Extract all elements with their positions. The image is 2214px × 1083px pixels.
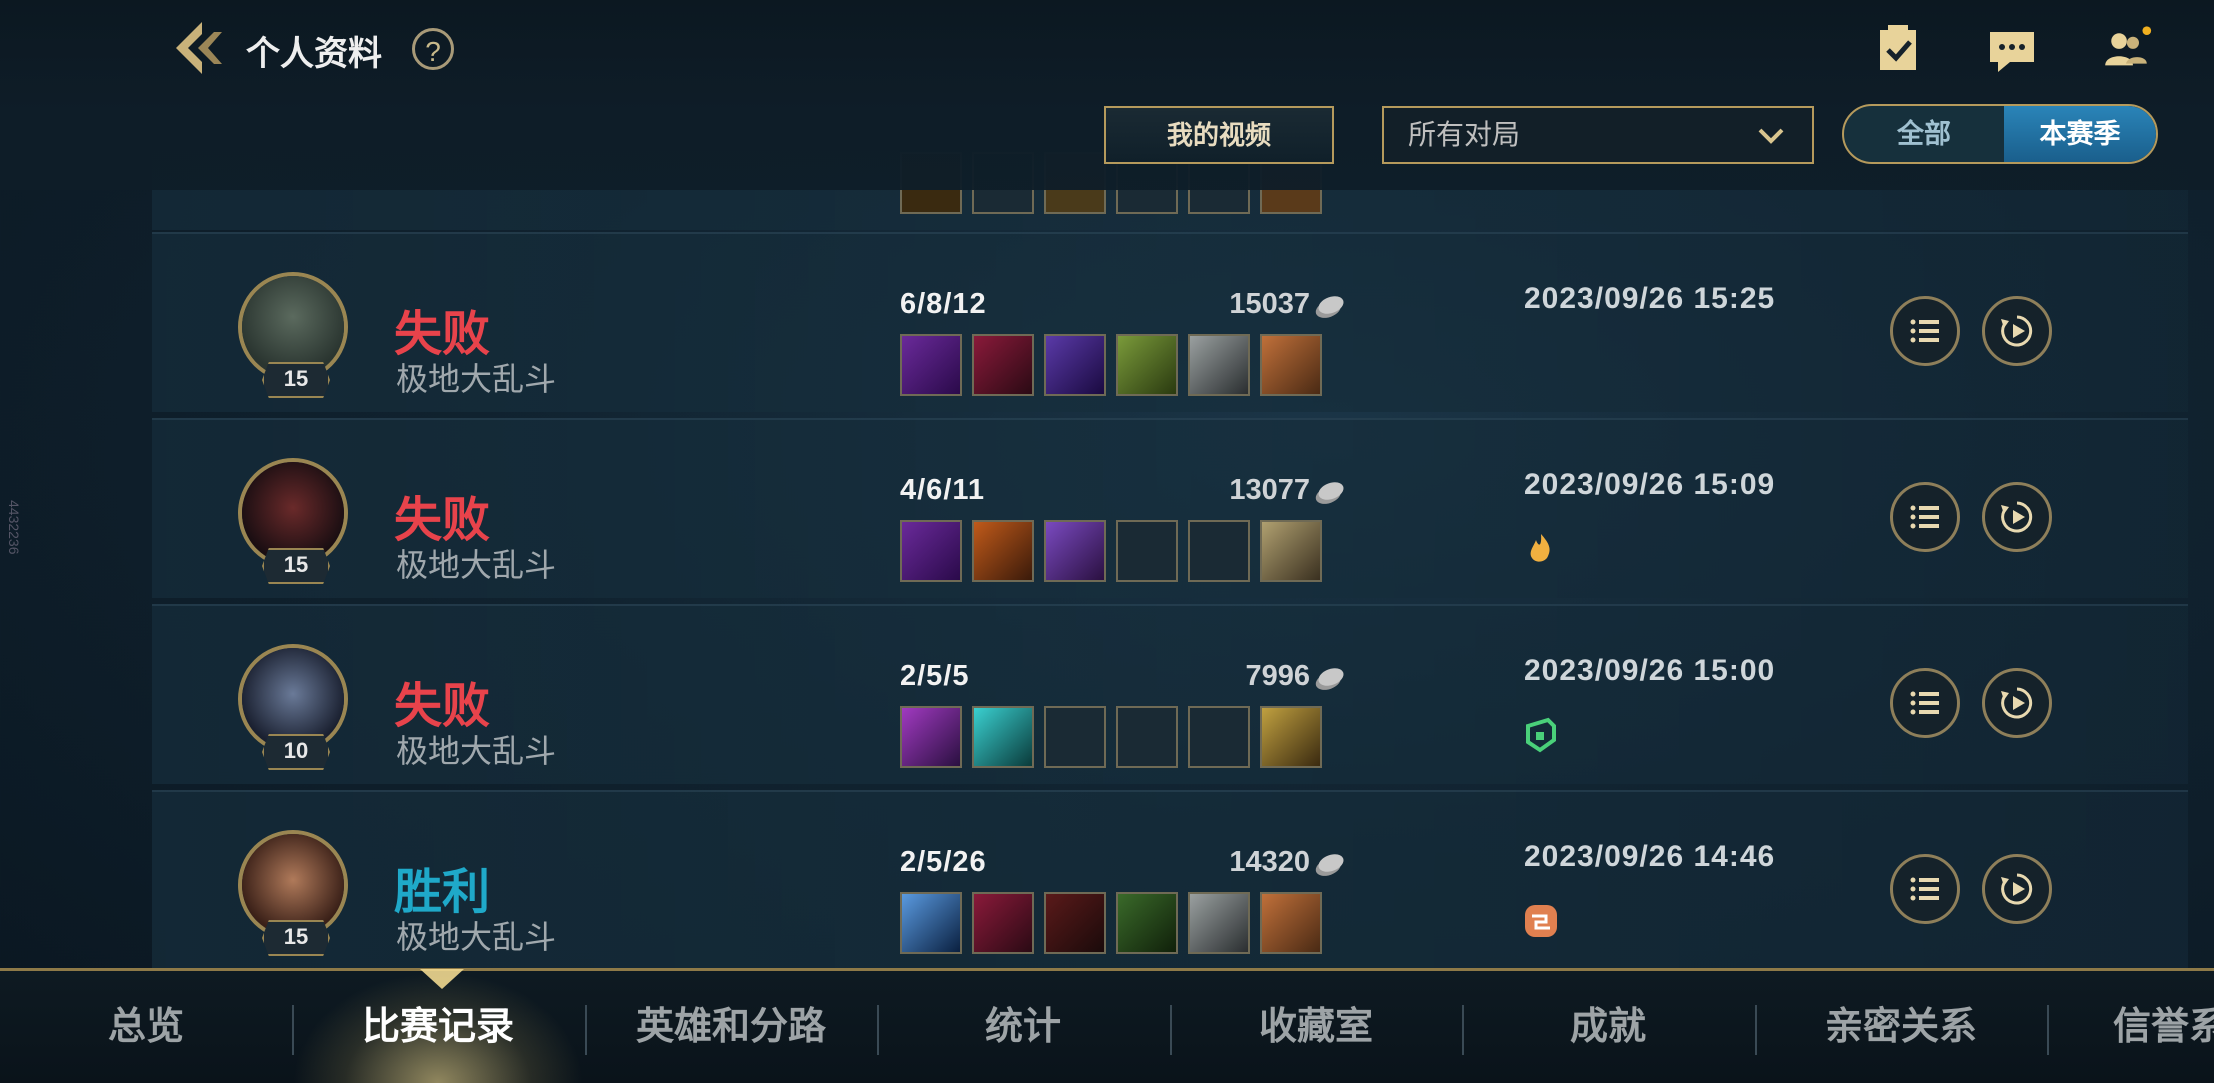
game-mode: 极地大乱斗 bbox=[396, 361, 557, 397]
item-slot bbox=[1044, 334, 1106, 396]
replay-icon bbox=[2001, 873, 2033, 905]
help-icon[interactable]: ? bbox=[412, 28, 454, 70]
gold-earned: 15037 bbox=[1184, 288, 1346, 321]
gold-earned: 7996 bbox=[1184, 660, 1346, 693]
item-slot bbox=[972, 334, 1034, 396]
match-row[interactable]: 15 失败 极地大乱斗 4/6/11 13077 2023/09/26 15:0… bbox=[152, 418, 2188, 598]
toggle-all[interactable]: 全部 bbox=[1844, 106, 2004, 162]
item-slot bbox=[972, 892, 1034, 954]
game-mode: 极地大乱斗 bbox=[396, 919, 557, 955]
match-row[interactable]: 15 胜利 极地大乱斗 2/5/26 14320 2023/09/26 14:4… bbox=[152, 790, 2188, 970]
match-details-button[interactable] bbox=[1890, 296, 1960, 366]
game-mode: 极地大乱斗 bbox=[396, 733, 557, 769]
match-details-button[interactable] bbox=[1890, 482, 1960, 552]
item-slot bbox=[900, 892, 962, 954]
replay-button[interactable] bbox=[1982, 668, 2052, 738]
item-slot-empty bbox=[1116, 706, 1178, 768]
tab-collection[interactable]: 收藏室 bbox=[1170, 971, 1462, 1083]
tab-achievements[interactable]: 成就 bbox=[1462, 971, 1754, 1083]
item-slot bbox=[1260, 892, 1322, 954]
match-row[interactable]: 15 失败 极地大乱斗 6/8/12 15037 2023/09/26 15:2… bbox=[152, 232, 2188, 412]
match-date: 2023/09/26 15:09 bbox=[1524, 468, 1776, 501]
replay-button[interactable] bbox=[1982, 854, 2052, 924]
match-date: 2023/09/26 15:00 bbox=[1524, 654, 1776, 687]
tab-honor[interactable]: 信誉系 bbox=[2047, 971, 2214, 1083]
gold-earned: 13077 bbox=[1184, 474, 1346, 507]
replay-button[interactable] bbox=[1982, 482, 2052, 552]
item-slot-empty bbox=[1188, 520, 1250, 582]
kda: 2/5/26 bbox=[900, 846, 987, 878]
replay-icon bbox=[2001, 687, 2033, 719]
match-date: 2023/09/26 15:25 bbox=[1524, 282, 1776, 315]
gold-coin-icon bbox=[1316, 851, 1346, 876]
item-slot bbox=[1188, 334, 1250, 396]
kda: 6/8/12 bbox=[900, 288, 987, 320]
list-icon bbox=[1910, 319, 1939, 343]
item-slot bbox=[1044, 520, 1106, 582]
tab-stats[interactable]: 统计 bbox=[877, 971, 1169, 1083]
tab-match-history[interactable]: 比赛记录 bbox=[292, 971, 584, 1083]
back-arrow-icon[interactable] bbox=[172, 18, 232, 78]
replay-icon bbox=[2001, 501, 2033, 533]
game-mode: 极地大乱斗 bbox=[396, 547, 557, 583]
item-slot bbox=[900, 706, 962, 768]
item-slot-empty bbox=[1044, 706, 1106, 768]
chevron-down-icon bbox=[1758, 128, 1784, 144]
my-video-button[interactable]: 我的视频 bbox=[1104, 106, 1334, 164]
item-slot bbox=[1116, 892, 1178, 954]
link-badge-icon bbox=[1525, 905, 1557, 937]
item-slot bbox=[972, 520, 1034, 582]
match-row[interactable]: 10 失败 极地大乱斗 2/5/5 7996 2023/09/26 15:00 bbox=[152, 604, 2188, 784]
item-slot bbox=[1260, 334, 1322, 396]
bottom-tab-bar: 总览 比赛记录 英雄和分路 统计 收藏室 成就 亲密关系 信誉系 bbox=[0, 968, 2214, 1083]
item-slot-empty bbox=[1188, 706, 1250, 768]
toggle-this-season[interactable]: 本赛季 bbox=[2004, 106, 2156, 162]
item-slot bbox=[1260, 706, 1322, 768]
champion-level: 10 bbox=[262, 734, 330, 770]
item-slot bbox=[1260, 520, 1322, 582]
tab-relationships[interactable]: 亲密关系 bbox=[1755, 971, 2047, 1083]
list-icon bbox=[1910, 505, 1939, 529]
kda: 2/5/5 bbox=[900, 660, 970, 692]
tab-champions-roles[interactable]: 英雄和分路 bbox=[585, 971, 877, 1083]
item-slot-empty bbox=[1116, 520, 1178, 582]
item-slot bbox=[1116, 334, 1178, 396]
tab-overview[interactable]: 总览 bbox=[0, 971, 292, 1083]
match-filter-dropdown[interactable]: 所有对局 bbox=[1382, 106, 1814, 164]
item-slot bbox=[972, 706, 1034, 768]
flame-badge-icon bbox=[1530, 534, 1550, 562]
match-details-button[interactable] bbox=[1890, 854, 1960, 924]
top-bar: 个人资料 ? 我的视频 所有对局 全部 本赛季 bbox=[0, 0, 2214, 190]
item-slot bbox=[900, 520, 962, 582]
match-details-button[interactable] bbox=[1890, 668, 1960, 738]
champion-level: 15 bbox=[262, 548, 330, 584]
gold-coin-icon bbox=[1316, 479, 1346, 504]
shield-badge-icon bbox=[1526, 717, 1556, 753]
list-icon bbox=[1910, 691, 1939, 715]
item-slot bbox=[900, 334, 962, 396]
replay-icon bbox=[2001, 315, 2033, 347]
item-slot bbox=[1044, 892, 1106, 954]
item-slot bbox=[1188, 892, 1250, 954]
side-id-text: 4432236 bbox=[6, 500, 22, 555]
list-icon bbox=[1910, 877, 1939, 901]
match-filter-value: 所有对局 bbox=[1408, 119, 1521, 150]
friends-icon[interactable] bbox=[2100, 22, 2152, 74]
match-list[interactable]: 15 失败 极地大乱斗 6/8/12 15037 2023/09/26 15:2… bbox=[152, 150, 2188, 970]
season-toggle[interactable]: 全部 本赛季 bbox=[1842, 104, 2158, 164]
page-title: 个人资料 bbox=[246, 35, 382, 73]
gold-earned: 14320 bbox=[1184, 846, 1346, 879]
kda: 4/6/11 bbox=[900, 474, 986, 506]
gold-coin-icon bbox=[1316, 665, 1346, 690]
replay-button[interactable] bbox=[1982, 296, 2052, 366]
champion-level: 15 bbox=[262, 362, 330, 398]
chat-icon[interactable] bbox=[1986, 26, 2038, 78]
task-checklist-icon[interactable] bbox=[1872, 22, 1924, 74]
gold-coin-icon bbox=[1316, 293, 1346, 318]
match-date: 2023/09/26 14:46 bbox=[1524, 840, 1776, 873]
champion-level: 15 bbox=[262, 920, 330, 956]
